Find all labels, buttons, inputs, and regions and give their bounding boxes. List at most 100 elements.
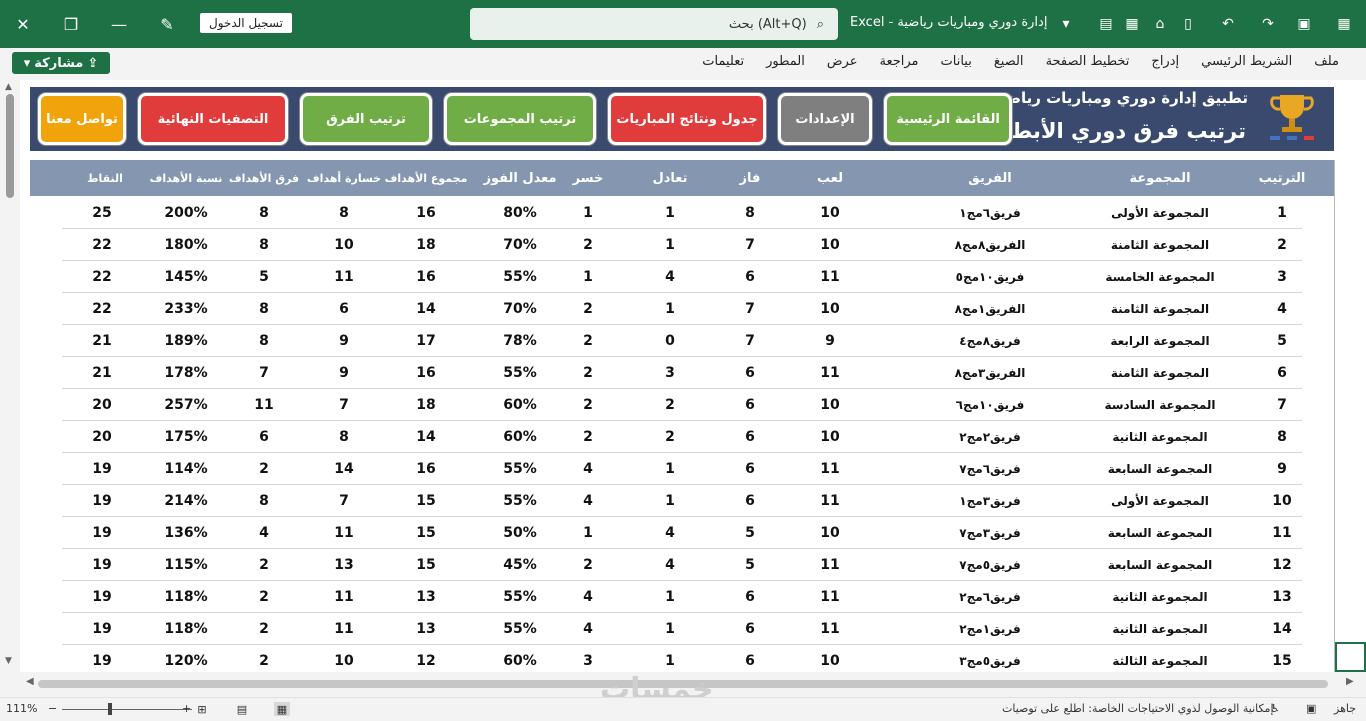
cell-played[interactable]: 11 [790,357,870,389]
cell-goal-ratio[interactable]: 175% [146,421,226,453]
contact-us-button[interactable]: تواصل معنا [38,93,126,145]
cell-goals-for[interactable]: 15 [384,549,468,581]
cell-drawn[interactable]: 1 [630,581,710,613]
cell-goals-against[interactable]: 9 [304,325,384,357]
zoom-out-icon[interactable]: − [48,702,57,715]
cell-rank[interactable]: 12 [1230,549,1334,581]
table-row[interactable]: 5 المجموعة الرابعة فريق٨مج٤ 9 7 0 2 78% 17 9 8 189%… [62,325,1302,357]
cell-goals-against[interactable]: 9 [304,357,384,389]
tab-data[interactable]: بيانات [930,54,983,69]
cell-win-rate[interactable]: 78% [470,325,570,357]
cell-goal-difference[interactable]: 2 [226,581,302,613]
cell-win-rate[interactable]: 60% [470,421,570,453]
cell-win-rate[interactable]: 55% [470,357,570,389]
cell-goals-for[interactable]: 16 [384,197,468,229]
cell-goals-against[interactable]: 7 [304,485,384,517]
cell-drawn[interactable]: 3 [630,357,710,389]
cell-goal-difference[interactable]: 2 [226,549,302,581]
page-break-view-icon[interactable]: ⊞ [194,702,210,716]
cell-goals-for[interactable]: 13 [384,581,468,613]
cell-goals-against[interactable]: 11 [304,261,384,293]
zoom-in-icon[interactable]: + [182,702,191,715]
cell-goal-difference[interactable]: 2 [226,453,302,485]
share-button[interactable]: ▾ مشاركة ⇪ [12,52,110,74]
tab-developer[interactable]: المطور [755,54,816,69]
cell-goals-for[interactable]: 15 [384,517,468,549]
cell-drawn[interactable]: 0 [630,325,710,357]
cell-win-rate[interactable]: 70% [470,293,570,325]
cell-group[interactable]: المجموعة السابعة [1090,517,1230,549]
cell-won[interactable]: 6 [710,357,790,389]
cell-team[interactable]: الفريق٨مج٨ [890,229,1090,261]
save-as-icon[interactable]: ▦ [1120,12,1144,36]
table-row[interactable]: 1 المجموعة الأولى فريق٦مج١ 10 8 1 1 80% 16 8 8 200%… [62,197,1302,229]
minimize-icon[interactable]: — [96,0,142,48]
cell-goal-ratio[interactable]: 214% [146,485,226,517]
cell-rank[interactable]: 9 [1230,453,1334,485]
cell-points[interactable]: 19 [66,613,138,645]
cell-won[interactable]: 6 [710,581,790,613]
cell-goals-against[interactable]: 11 [304,517,384,549]
tab-page-layout[interactable]: تخطيط الصفحة [1035,54,1141,69]
open-icon[interactable]: ⌂ [1148,12,1172,36]
cell-goal-ratio[interactable]: 136% [146,517,226,549]
cell-played[interactable]: 11 [790,549,870,581]
cell-goals-for[interactable]: 17 [384,325,468,357]
accessibility-status[interactable]: إمكانية الوصول لذوي الاحتياجات الخاصة: ا… [1002,702,1274,715]
cell-goal-ratio[interactable]: 118% [146,581,226,613]
customize-qat-icon[interactable]: ▾ [1054,12,1078,36]
cell-group[interactable]: المجموعة الأولى [1090,485,1230,517]
cell-win-rate[interactable]: 50% [470,517,570,549]
cell-team[interactable]: فريق١٠مج٥ [890,261,1090,293]
redo-icon[interactable]: ↷ [1256,12,1280,36]
cell-played[interactable]: 10 [790,197,870,229]
cell-played[interactable]: 9 [790,325,870,357]
search-input[interactable]: بحث (Alt+Q) ⌕ [470,8,838,40]
cell-goals-for[interactable]: 18 [384,229,468,261]
cell-win-rate[interactable]: 45% [470,549,570,581]
cell-team[interactable]: الفريق١مج٨ [890,293,1090,325]
table-row[interactable]: 8 المجموعة الثانية فريق٢مج٢ 10 6 2 2 60% 14 8 6 175… [62,421,1302,453]
cell-team[interactable]: فريق١٠مج٦ [890,389,1090,421]
cell-group[interactable]: المجموعة الثامنة [1090,357,1230,389]
cell-goals-for[interactable]: 16 [384,357,468,389]
cell-goals-against[interactable]: 10 [304,229,384,261]
cell-goal-difference[interactable]: 8 [226,197,302,229]
table-row[interactable]: 13 المجموعة الثانية فريق٦مج٢ 11 6 1 4 55% 13 11 2 1… [62,581,1302,613]
cell-goal-ratio[interactable]: 233% [146,293,226,325]
cell-group[interactable]: المجموعة الخامسة [1090,261,1230,293]
cell-won[interactable]: 6 [710,261,790,293]
table-row[interactable]: 10 المجموعة الأولى فريق٣مج١ 11 6 1 4 55% 15 7 8 214… [62,485,1302,517]
cell-win-rate[interactable]: 55% [470,261,570,293]
cell-team[interactable]: فريق١مج٢ [890,613,1090,645]
cell-rank[interactable]: 8 [1230,421,1334,453]
cell-played[interactable]: 11 [790,613,870,645]
table-row[interactable]: 6 المجموعة الثامنة الفريق٣مج٨ 11 6 3 2 55% 16 9 7 1… [62,357,1302,389]
save-icon[interactable]: ▣ [1292,12,1316,36]
cell-group[interactable]: المجموعة الثانية [1090,421,1230,453]
cell-points[interactable]: 22 [66,229,138,261]
table-row[interactable]: 9 المجموعة السابعة فريق٦مج٧ 11 6 1 4 55% 16 14 2 11… [62,453,1302,485]
vertical-scroll-thumb[interactable] [6,94,14,198]
cell-rank[interactable]: 13 [1230,581,1334,613]
scroll-right-icon[interactable]: ▶ [1346,676,1354,687]
page-layout-view-icon[interactable]: ▤ [234,702,250,716]
cell-goals-against[interactable]: 8 [304,197,384,229]
matches-schedule-button[interactable]: جدول ونتائج المباريات [608,93,766,145]
cell-team[interactable]: فريق٣مج١ [890,485,1090,517]
cell-rank[interactable]: 1 [1230,197,1334,229]
cell-goal-difference[interactable]: 6 [226,421,302,453]
cell-played[interactable]: 10 [790,517,870,549]
zoom-slider[interactable] [62,709,192,710]
cell-win-rate[interactable]: 55% [470,485,570,517]
cell-drawn[interactable]: 2 [630,421,710,453]
table-row[interactable]: 14 المجموعة الثانية فريق١مج٢ 11 6 1 4 55% 13 11 2 1… [62,613,1302,645]
cell-goals-against[interactable]: 13 [304,549,384,581]
scroll-down-icon[interactable]: ▼ [5,656,12,666]
cell-goal-difference[interactable]: 8 [226,485,302,517]
cell-points[interactable]: 19 [66,517,138,549]
tab-file[interactable]: ملف [1303,54,1350,69]
cell-points[interactable]: 21 [66,357,138,389]
tab-review[interactable]: مراجعة [869,54,930,69]
cell-points[interactable]: 19 [66,581,138,613]
